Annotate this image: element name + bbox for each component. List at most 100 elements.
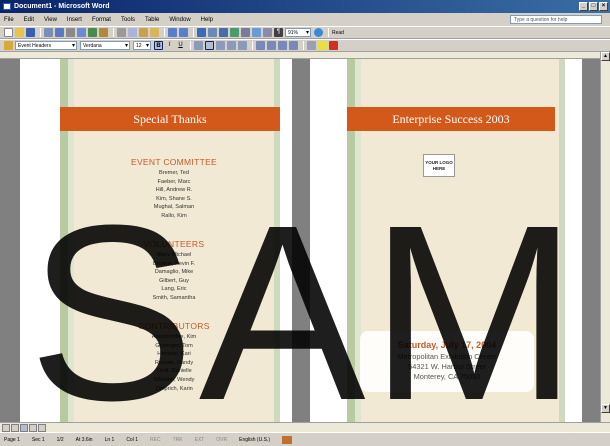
horizontal-scrollbar[interactable] [0,422,610,432]
toolbar-separator [193,28,194,37]
tables-borders-icon[interactable] [208,28,217,37]
name-item: Wheeler, Wendy [153,376,195,383]
font-size-select[interactable]: 12 [133,41,151,50]
horizontal-ruler[interactable] [0,52,600,59]
cut-icon[interactable] [117,28,126,37]
menu-view[interactable]: View [44,17,57,23]
align-center-icon[interactable] [205,41,214,50]
bold-icon[interactable]: B [154,41,163,50]
align-right-icon[interactable] [216,41,225,50]
title-bar: Document1 - Microsoft Word _ □ × [0,0,610,13]
help-icon[interactable] [314,28,323,37]
banner-special-thanks: Special Thanks [60,107,280,131]
name-item: Kim, Shane S. [156,195,192,202]
close-button[interactable]: × [599,2,608,11]
copy-icon[interactable] [128,28,137,37]
styles-formatting-icon[interactable] [4,41,13,50]
menu-edit[interactable]: Edit [24,17,34,23]
italic-icon[interactable]: I [165,41,174,50]
spelling-status-icon[interactable] [281,435,292,444]
menu-file[interactable]: File [4,17,14,23]
decrease-indent-icon[interactable] [278,41,287,50]
scroll-down-icon[interactable]: ▼ [601,404,610,413]
paste-icon[interactable] [139,28,148,37]
status-column: Col 1 [126,436,138,443]
status-rec[interactable]: REC [150,437,161,443]
outside-border-icon[interactable] [307,41,316,50]
menu-bar: File Edit View Insert Format Tools Table… [0,13,610,26]
name-item: Gilbert, Guy [159,277,189,284]
minimize-button[interactable]: _ [579,2,588,11]
toolbar-separator [303,41,304,50]
bullets-icon[interactable] [267,41,276,50]
status-trk[interactable]: TRK [173,437,183,443]
zoom-select[interactable]: 91% [285,28,311,37]
vertical-scrollbar[interactable]: ▲ ▼ [600,52,610,422]
show-hide-icon[interactable]: ¶ [274,28,283,37]
align-left-icon[interactable] [194,41,203,50]
permission-icon[interactable] [44,28,53,37]
name-item: Allen, Michael [156,252,192,258]
email-icon[interactable] [55,28,64,37]
name-item: Smith, Samantha [152,294,196,301]
redo-icon[interactable] [179,28,188,37]
outline-view-icon[interactable] [29,424,37,432]
name-item: Hill, Andrew R. [155,187,193,194]
normal-view-icon[interactable] [2,424,10,432]
undo-icon[interactable] [168,28,177,37]
print-icon[interactable] [66,28,75,37]
name-item: Hensien, Kari [157,351,191,358]
status-ovr[interactable]: OVR [216,437,227,443]
reading-layout-icon[interactable] [38,424,46,432]
spelling-icon[interactable] [88,28,97,37]
status-ext[interactable]: EXT [195,437,205,443]
numbering-icon[interactable] [256,41,265,50]
open-folder-icon[interactable] [15,28,24,37]
menu-window[interactable]: Window [169,17,190,23]
help-search-input[interactable]: Type a question for help [510,15,602,24]
print-preview-icon[interactable] [77,28,86,37]
research-icon[interactable] [99,28,108,37]
menu-table[interactable]: Table [145,17,159,23]
columns-icon[interactable] [241,28,250,37]
page-stripe-light [559,59,565,422]
font-select[interactable]: Verdana [80,41,130,50]
name-item: Mughal, Salman [153,204,195,211]
print-layout-icon[interactable] [20,424,28,432]
hyperlink-icon[interactable] [197,28,206,37]
scroll-up-icon[interactable]: ▲ [601,52,610,61]
name-item: Rallo, Kim [161,212,187,219]
event-details-box: Saturday, July 17, 2004 Metropolitan Exh… [360,331,534,392]
read-button[interactable]: Read [332,30,344,36]
style-select[interactable]: Event Headers [15,41,77,50]
menu-format[interactable]: Format [92,17,111,23]
web-layout-icon[interactable] [11,424,19,432]
menu-insert[interactable]: Insert [67,17,82,23]
insert-excel-icon[interactable] [230,28,239,37]
highlight-icon[interactable] [318,41,327,50]
name-item: Abercrombie, Kim [151,334,197,340]
document-map-icon[interactable] [263,28,272,37]
section-volunteers: VOLUNTEERS Allen, Michael Browne, Kevin … [74,239,274,303]
status-language: English (U.S.) [239,436,270,443]
toolbar-separator [252,41,253,50]
line-spacing-icon[interactable] [238,41,247,50]
page-enterprise-success: Enterprise Success 2003 YOUR LOGO HERE S… [310,59,582,422]
toolbar-separator [164,28,165,37]
menu-tools[interactable]: Tools [121,17,135,23]
format-painter-icon[interactable] [150,28,159,37]
justify-icon[interactable] [227,41,236,50]
name-item: Tiedt, Danielle [156,368,192,375]
maximize-button[interactable]: □ [589,2,598,11]
increase-indent-icon[interactable] [289,41,298,50]
insert-table-icon[interactable] [219,28,228,37]
new-document-icon[interactable] [4,28,13,37]
status-at: At 3.6in [75,436,93,443]
drawing-icon[interactable] [252,28,261,37]
font-color-icon[interactable] [329,41,338,50]
logo-placeholder[interactable]: YOUR LOGO HERE [423,154,455,177]
save-icon[interactable] [26,28,35,37]
menu-help[interactable]: Help [201,17,213,23]
underline-icon[interactable]: U [176,41,185,50]
name-item: Zimprich, Karin [155,385,193,392]
